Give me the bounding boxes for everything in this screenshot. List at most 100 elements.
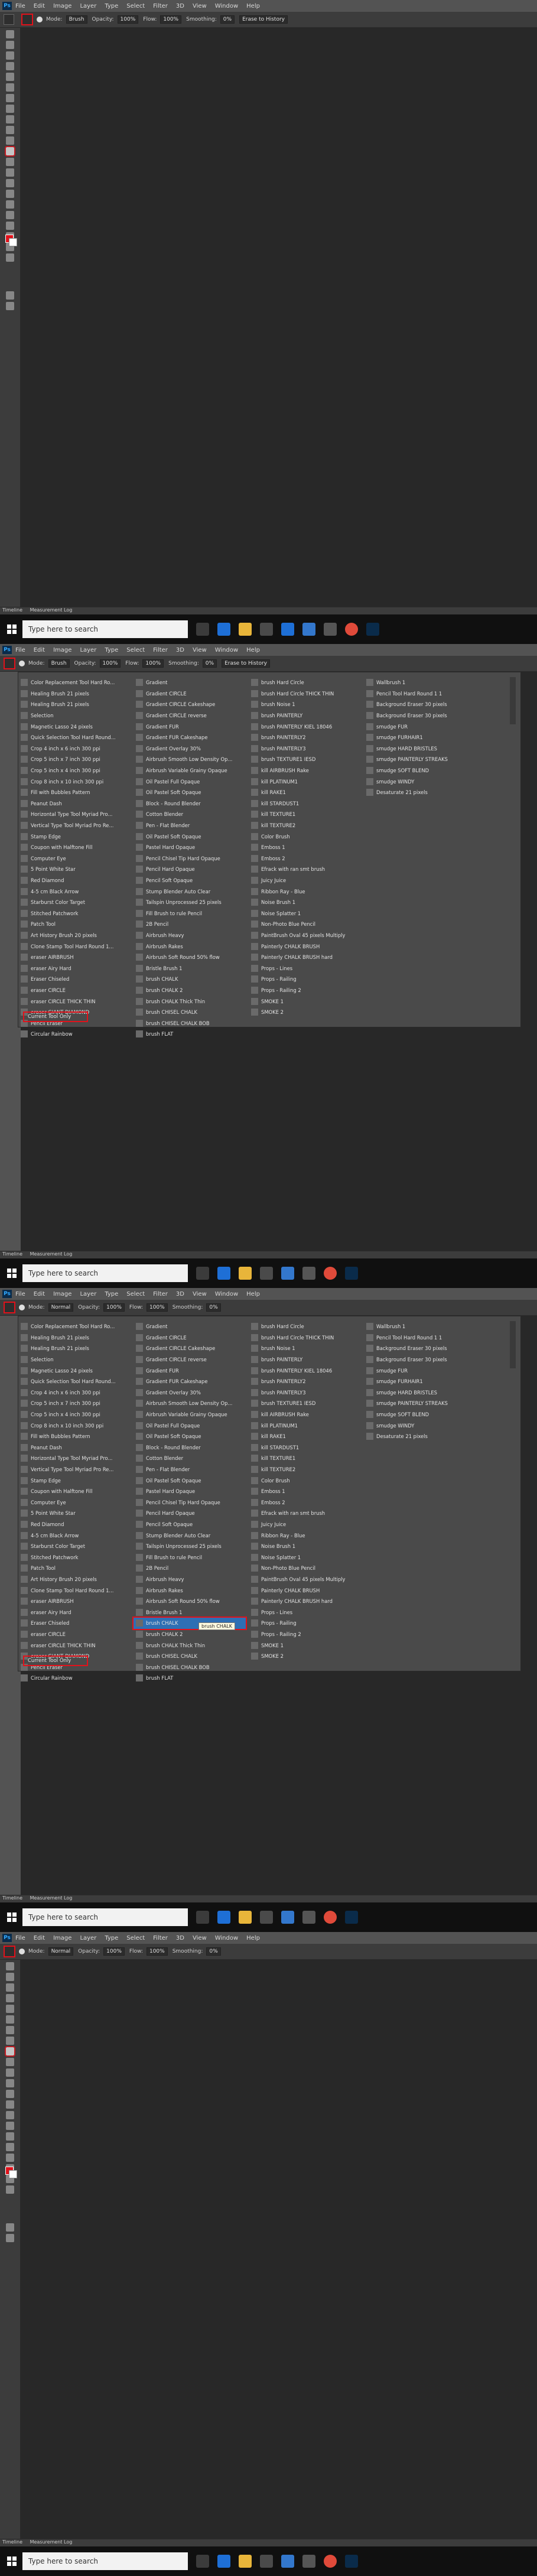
preset-item[interactable]: brush PAINTERLY2 <box>249 1376 361 1387</box>
preset-item[interactable]: brush CHALK <box>134 974 246 985</box>
blur-tool-icon[interactable] <box>6 168 14 177</box>
preset-item[interactable]: Cotton Blender <box>134 809 246 820</box>
smoothing-input[interactable]: 0% <box>206 1947 221 1956</box>
opacity-input[interactable]: 100% <box>117 15 139 24</box>
photoshop-taskbar-icon[interactable] <box>366 623 379 636</box>
mode-select[interactable]: Brush <box>48 659 70 668</box>
preset-item[interactable]: Props - Lines <box>249 962 361 974</box>
preset-item[interactable]: Ribbon Ray - Blue <box>249 1530 361 1541</box>
mode-select[interactable]: Brush <box>66 15 87 24</box>
chrome-icon[interactable] <box>324 2555 337 2568</box>
more-tools-icon[interactable] <box>6 2185 14 2194</box>
file-explorer-icon[interactable] <box>239 1267 252 1280</box>
preset-item[interactable]: kill PLATINUM1 <box>249 1420 361 1431</box>
preset-item[interactable]: Computer Eye <box>18 853 131 864</box>
preset-item[interactable]: Airbrush Rakes <box>134 941 246 952</box>
preset-item[interactable]: Oil Pastel Full Opaque <box>134 1420 246 1431</box>
menu-select[interactable]: Select <box>126 3 145 9</box>
preset-item[interactable]: brush Hard Circle THICK THIN <box>249 1332 361 1344</box>
preset-item[interactable]: 4-5 cm Black Arrow <box>18 886 131 897</box>
preset-item[interactable]: Emboss 2 <box>249 853 361 864</box>
preset-item[interactable]: Painterly CHALK BRUSH <box>249 941 361 952</box>
path-select-tool-icon[interactable] <box>6 2143 14 2151</box>
frame-tool-icon[interactable] <box>6 2015 14 2024</box>
task-view-icon[interactable] <box>196 2555 209 2568</box>
menu-window[interactable]: Window <box>215 647 238 653</box>
menu-layer[interactable]: Layer <box>80 1291 96 1297</box>
preset-item[interactable]: Airbrush Variable Grainy Opaque <box>134 1409 246 1420</box>
preset-item[interactable]: Healing Brush 21 pixels <box>18 688 131 700</box>
preset-item[interactable]: Pencil Soft Opaque <box>134 1519 246 1530</box>
preset-item[interactable]: Red Diamond <box>18 1519 131 1530</box>
preset-item[interactable]: kill STARDUST1 <box>249 1442 361 1453</box>
menu-help[interactable]: Help <box>246 647 260 653</box>
preset-item[interactable]: eraser AIRBRUSH <box>18 1596 131 1607</box>
store-icon[interactable] <box>260 623 273 636</box>
preset-item[interactable]: Clone Stamp Tool Hard Round 1... <box>18 941 131 952</box>
preset-item[interactable]: Emboss 2 <box>249 1497 361 1508</box>
timeline-tab[interactable]: Timeline <box>2 1895 22 1901</box>
chrome-icon[interactable] <box>345 623 358 636</box>
preset-item[interactable]: Peanut Dash <box>18 798 131 809</box>
preset-item[interactable]: Block - Round Blender <box>134 1442 246 1453</box>
eraser-tool-icon[interactable] <box>6 2079 14 2087</box>
history-brush-tool-icon[interactable] <box>6 2068 14 2077</box>
preset-item[interactable]: Quick Selection Tool Hard Round... <box>18 732 131 743</box>
menu-file[interactable]: File <box>15 3 25 9</box>
preset-item[interactable]: Fill Brush to rule Pencil <box>134 1552 246 1563</box>
preset-item[interactable]: brush CHISEL CHALK <box>134 1007 246 1018</box>
edge-icon-2[interactable] <box>281 623 294 636</box>
flow-input[interactable]: 100% <box>146 1303 168 1312</box>
marquee-tool-icon[interactable] <box>6 41 14 49</box>
preset-item[interactable]: smudge WINDY <box>364 776 476 787</box>
chrome-icon[interactable] <box>324 1911 337 1924</box>
preset-item[interactable]: Healing Brush 21 pixels <box>18 1332 131 1344</box>
menu-window[interactable]: Window <box>215 3 238 9</box>
preset-item[interactable]: Painterly CHALK BRUSH <box>249 1585 361 1596</box>
path-select-tool-icon[interactable] <box>6 211 14 219</box>
preset-item[interactable]: Gradient <box>134 1321 246 1332</box>
preset-item[interactable]: Crop 5 inch x 7 inch 300 ppi <box>18 754 131 765</box>
preset-item[interactable]: Eraser Chiseled <box>18 1618 131 1629</box>
edge-browser-icon[interactable] <box>217 1267 230 1280</box>
preset-item[interactable]: Color Brush <box>249 1475 361 1486</box>
preset-item[interactable]: Airbrush Soft Round 50% flow <box>134 1596 246 1607</box>
photoshop-taskbar-icon[interactable] <box>345 1267 358 1280</box>
preset-item[interactable]: brush CHISEL CHALK BOB <box>134 1017 246 1029</box>
preset-item[interactable]: smudge FURHAIR1 <box>364 732 476 743</box>
tool-preset-picker-icon[interactable] <box>4 658 15 669</box>
menu-type[interactable]: Type <box>105 1935 118 1941</box>
preset-item[interactable]: brush Noise 1 <box>249 699 361 710</box>
preset-item[interactable]: Juicy Juice <box>249 1519 361 1530</box>
file-explorer-icon[interactable] <box>239 623 252 636</box>
file-explorer-icon[interactable] <box>239 2555 252 2568</box>
preset-item[interactable]: Stitched Patchwork <box>18 1552 131 1563</box>
menu-image[interactable]: Image <box>53 3 71 9</box>
mail-icon[interactable] <box>281 2555 294 2568</box>
preset-item[interactable]: Coupon with Halftone Fill <box>18 1486 131 1497</box>
preset-item[interactable]: Oil Pastel Soft Opaque <box>134 1475 246 1486</box>
store-icon[interactable] <box>260 2555 273 2568</box>
marquee-tool-icon[interactable] <box>6 1973 14 1981</box>
preset-item[interactable]: PaintBrush Oval 45 pixels Multiply <box>249 1574 361 1585</box>
preset-item[interactable]: Props - Lines <box>249 1606 361 1618</box>
clone-stamp-tool-icon[interactable] <box>6 2058 14 2066</box>
menu-view[interactable]: View <box>193 647 207 653</box>
pen-tool-icon[interactable] <box>6 2122 14 2130</box>
preset-item[interactable]: eraser CIRCLE <box>18 1629 131 1640</box>
mail-icon[interactable] <box>302 623 315 636</box>
preset-item[interactable]: kill TEXTURE1 <box>249 1453 361 1464</box>
pen-tool-icon[interactable] <box>6 190 14 198</box>
menu-select[interactable]: Select <box>126 1935 145 1941</box>
menu-select[interactable]: Select <box>126 1291 145 1297</box>
document-canvas[interactable] <box>21 1960 537 2539</box>
menu-select[interactable]: Select <box>126 647 145 653</box>
preset-item[interactable]: brush Hard Circle THICK THIN <box>249 688 361 700</box>
healing-tool-icon[interactable] <box>6 2037 14 2045</box>
dropdown-scrollbar[interactable] <box>510 677 516 724</box>
menu-type[interactable]: Type <box>105 1291 118 1297</box>
preset-item[interactable]: brush TEXTURE1 IESD <box>249 1398 361 1409</box>
preset-item[interactable]: Fill with Bubbles Pattern <box>18 787 131 798</box>
clone-stamp-tool-icon[interactable] <box>6 126 14 134</box>
preset-item[interactable]: Crop 5 inch x 4 inch 300 ppi <box>18 765 131 776</box>
